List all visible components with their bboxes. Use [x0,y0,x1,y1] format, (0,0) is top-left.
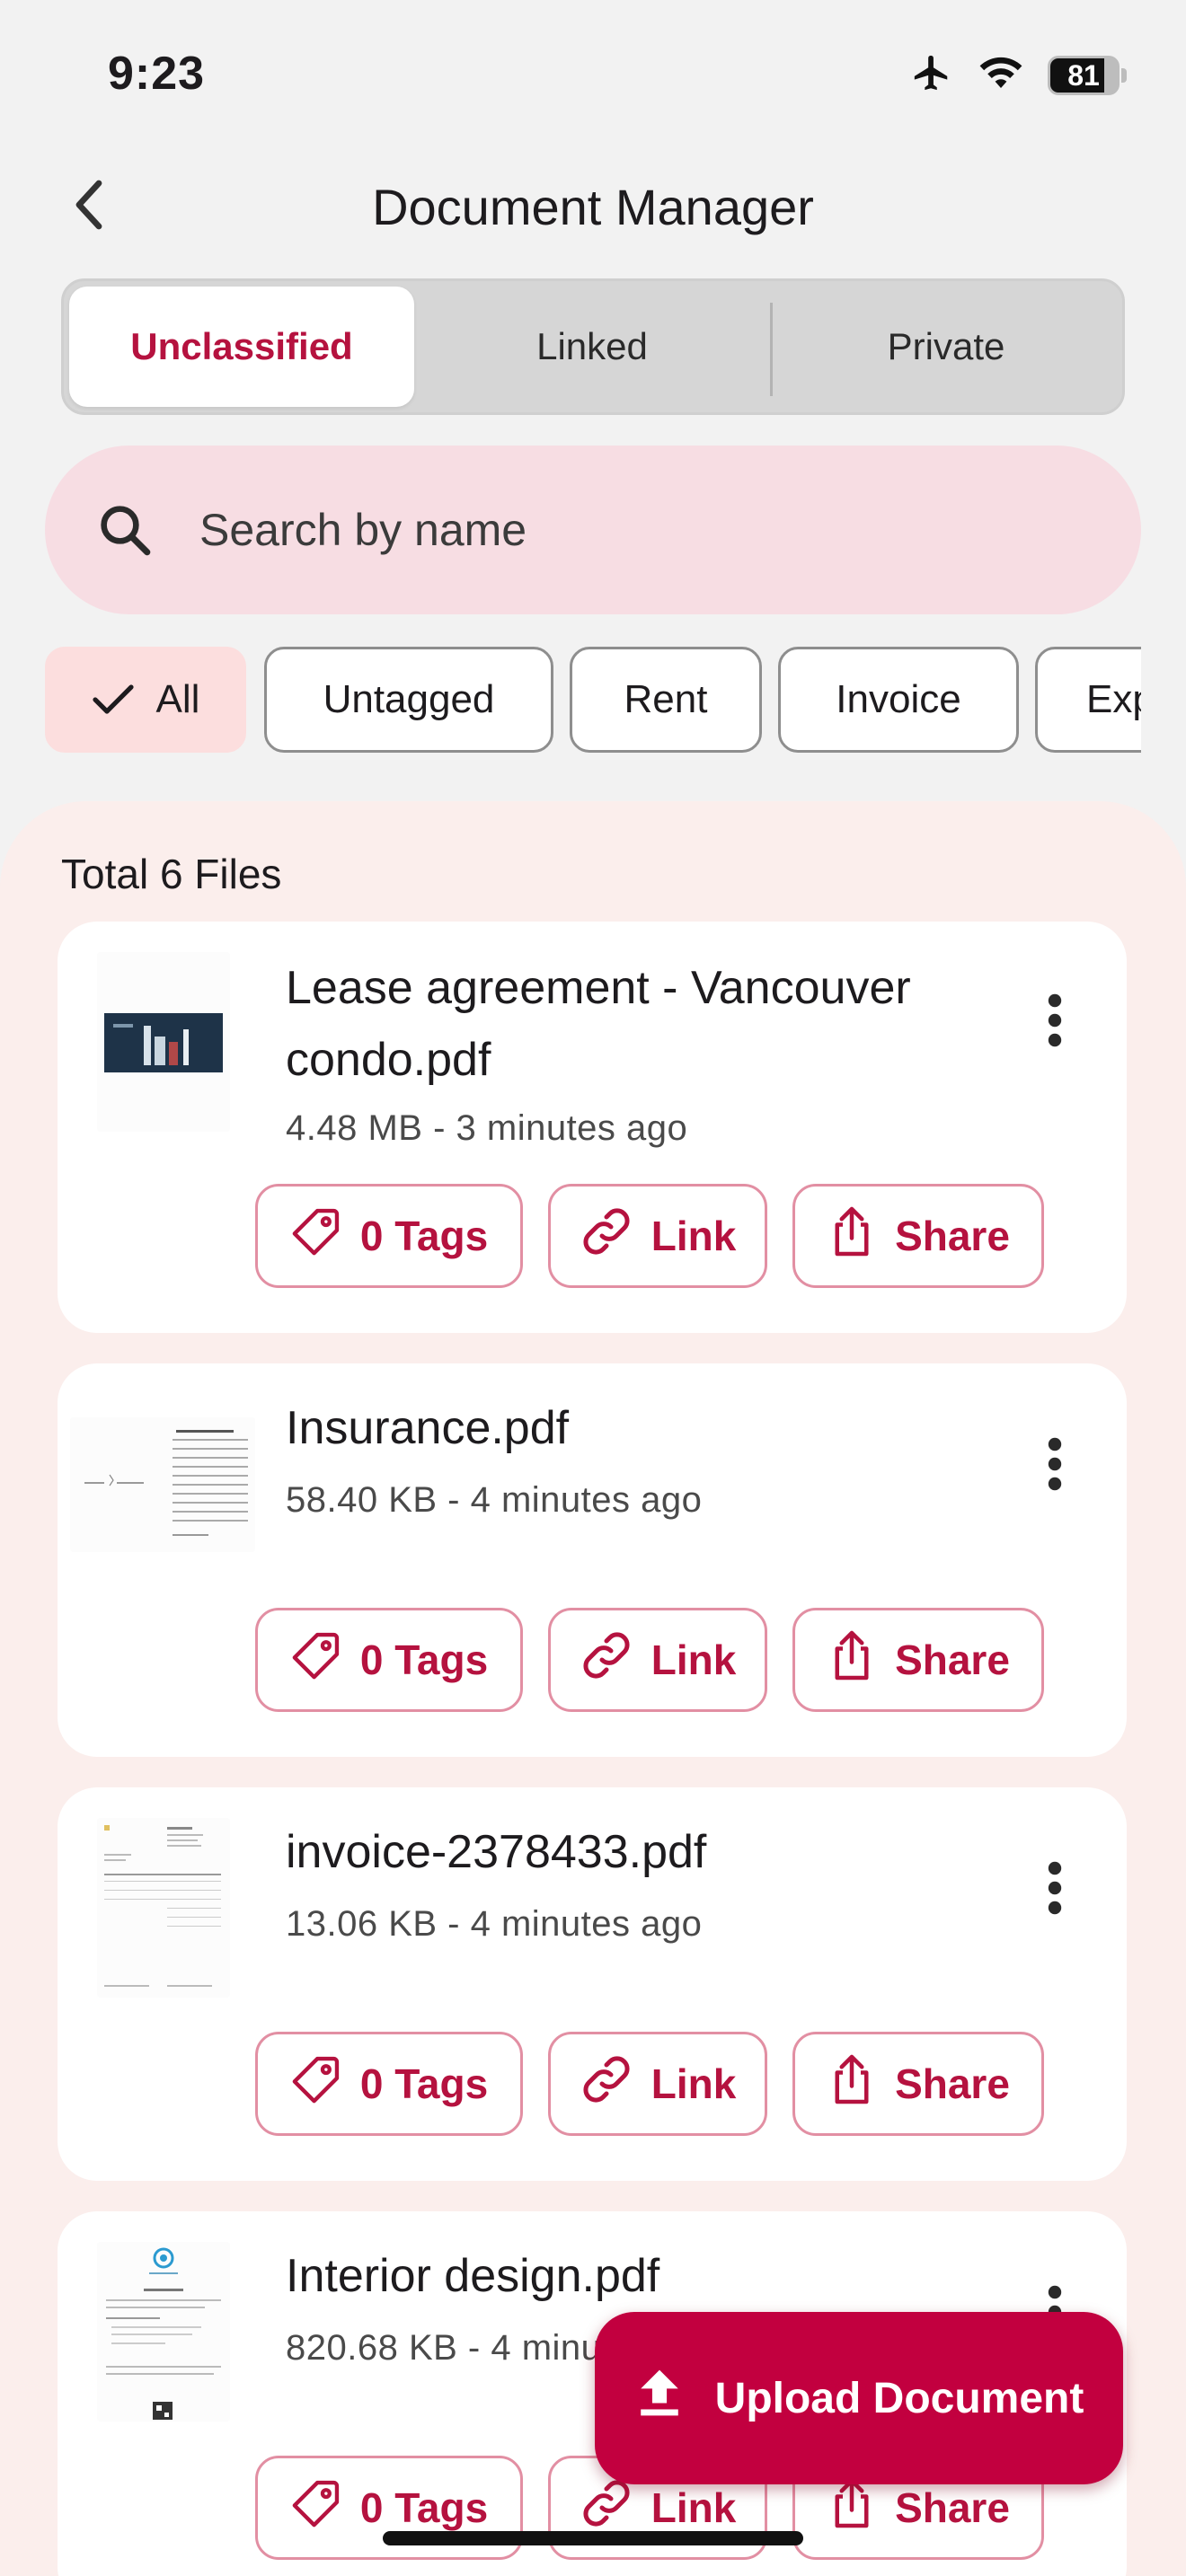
upload-icon [634,2366,685,2430]
upload-document-label: Upload Document [714,2374,1084,2422]
tags-label: 0 Tags [359,1213,489,1259]
share-label: Share [895,1213,1010,1259]
more-vertical-icon [1046,1437,1064,1495]
file-name: Lease agreement - Vancouver [286,962,911,1014]
check-icon [92,682,135,718]
file-actions: 0 Tags Link Share [255,2032,1044,2136]
link-button[interactable]: Link [548,2032,767,2136]
more-vertical-icon [1046,1861,1064,1919]
filter-chip-rent[interactable]: Rent [570,647,762,753]
share-label: Share [895,2484,1010,2531]
link-label: Link [651,1213,737,1259]
document-manager-screen: 9:23 81 Document Manager Unclassified Li… [0,0,1186,2576]
share-label: Share [895,2060,1010,2107]
link-label: Link [651,2484,737,2531]
file-thumbnail [97,952,230,1132]
tag-icon [290,1629,342,1691]
link-button[interactable]: Link [548,1608,767,1712]
file-card[interactable]: invoice-2378433.pdf 13.06 KB - 4 minutes… [58,1787,1127,2181]
file-meta: 4.48 MB - 3 minutes ago [286,1108,688,1148]
file-meta: 58.40 KB - 4 minutes ago [286,1480,703,1520]
files-count: Total 6 Files [61,851,282,897]
tab-divider [770,303,773,396]
tags-button[interactable]: 0 Tags [255,2032,523,2136]
tags-button[interactable]: 0 Tags [255,1608,523,1712]
share-icon [827,2052,877,2116]
share-icon [827,1628,877,1692]
link-button[interactable]: Link [548,1184,767,1288]
page-title: Document Manager [372,179,814,235]
filter-chip-exp[interactable]: Exp [1035,647,1141,753]
tag-icon [290,2477,342,2539]
file-card[interactable]: Insurance.pdf 58.40 KB - 4 minutes ago 0… [58,1363,1127,1757]
tab-bar: Unclassified Linked Private [61,278,1125,415]
home-indicator [383,2531,803,2545]
file-name: invoice-2378433.pdf [286,1826,707,1878]
share-icon [827,2476,877,2540]
tags-label: 0 Tags [359,2060,489,2107]
file-card[interactable]: Lease agreement - Vancouver condo.pdf 4.… [58,922,1127,1333]
more-options-button[interactable] [1028,1854,1082,1926]
link-label: Link [651,2060,737,2107]
tag-icon [290,1205,342,1267]
link-label: Link [651,1636,737,1683]
share-button[interactable]: Share [792,1608,1044,1712]
file-name-cont: condo.pdf [286,1034,491,1086]
file-name: Interior design.pdf [286,2250,660,2302]
more-vertical-icon [1046,993,1064,1052]
filter-chip-label: All [155,677,200,721]
link-icon [580,1628,633,1692]
share-button[interactable]: Share [792,1184,1044,1288]
tag-icon [290,2053,342,2115]
file-name: Insurance.pdf [286,1402,570,1454]
link-icon [580,1204,633,1268]
tags-button[interactable]: 0 Tags [255,1184,523,1288]
status-icons: 81 [909,52,1127,98]
link-icon [580,2476,633,2540]
tags-label: 0 Tags [359,2484,489,2531]
file-thumbnail [97,1818,230,1998]
tab-private[interactable]: Private [774,287,1119,407]
tags-label: 0 Tags [359,1636,489,1683]
file-actions: 0 Tags Link Share [255,1608,1044,1712]
file-thumbnail [70,1417,255,1552]
more-options-button[interactable] [1028,1430,1082,1502]
search-bar[interactable] [45,446,1141,614]
search-icon [93,498,156,561]
file-actions: 0 Tags Link Share [255,1184,1044,1288]
share-icon [827,1204,877,1268]
battery-indicator: 81 [1048,55,1127,95]
tab-linked[interactable]: Linked [420,287,765,407]
share-label: Share [895,1636,1010,1683]
file-meta: 13.06 KB - 4 minutes ago [286,1904,703,1944]
more-options-button[interactable] [1028,986,1082,1058]
filter-chip-invoice[interactable]: Invoice [778,647,1019,753]
search-input[interactable] [199,504,1008,556]
share-button[interactable]: Share [792,2032,1044,2136]
airplane-icon [909,52,954,98]
tab-unclassified[interactable]: Unclassified [69,287,414,407]
file-meta: 820.68 KB - 4 minu [286,2328,602,2368]
battery-percent: 81 [1067,58,1100,92]
filter-chip-all[interactable]: All [45,647,246,753]
wifi-icon [978,55,1024,95]
filter-chips: All Untagged Rent Invoice Exp [45,647,1141,756]
file-thumbnail [97,2242,230,2422]
link-icon [580,2052,633,2116]
status-bar: 9:23 81 [0,0,1186,135]
filter-chip-untagged[interactable]: Untagged [264,647,553,753]
status-time: 9:23 [108,48,206,100]
upload-document-button[interactable]: Upload Document [595,2312,1123,2484]
